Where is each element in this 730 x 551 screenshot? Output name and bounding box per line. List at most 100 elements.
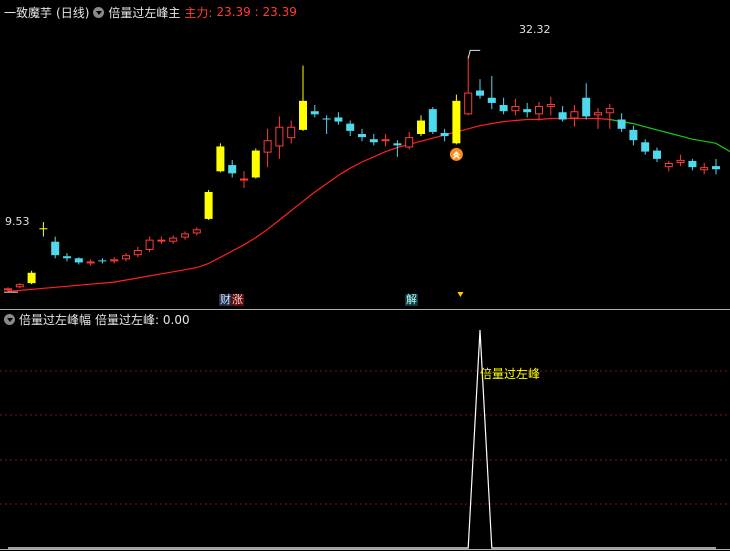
candle-11	[133, 246, 142, 258]
candle-35	[417, 115, 425, 137]
candle-9	[110, 257, 119, 264]
indicator-name[interactable]: 倍量过左峰主	[108, 4, 180, 21]
candle-body	[157, 239, 166, 242]
candle-58	[688, 158, 697, 171]
candle-body	[228, 165, 237, 174]
candle-body	[15, 284, 24, 288]
stock-title: 一致魔芋	[4, 5, 53, 20]
candle-4	[51, 236, 60, 259]
candle-body	[511, 106, 520, 112]
sub-indicator-name[interactable]: 倍量过左峰幅	[19, 311, 91, 328]
candle-19	[228, 159, 237, 178]
candle-57	[676, 154, 685, 167]
candle-body	[86, 261, 95, 264]
candle-5	[63, 253, 71, 262]
indicator-menu-icon[interactable]	[93, 6, 105, 18]
candle-8	[98, 258, 107, 264]
candle-body	[251, 150, 260, 178]
candle-body	[688, 160, 697, 168]
badge-jie[interactable]: 解	[405, 294, 418, 306]
main-force-label: 主力:	[184, 5, 213, 20]
candle-body	[535, 106, 543, 115]
candle-30	[358, 128, 366, 142]
candle-20	[240, 171, 248, 188]
candle-3	[39, 222, 48, 237]
candle-28	[334, 112, 343, 125]
candle-40	[476, 79, 484, 99]
candle-body	[310, 111, 319, 115]
high-marker-line	[467, 49, 481, 59]
candle-body	[700, 167, 709, 171]
candle-body	[369, 139, 378, 143]
candle-25	[299, 65, 307, 131]
candle-16	[192, 227, 201, 236]
candle-60	[712, 158, 720, 175]
sub-indicator-value: 倍量过左峰: 0.00	[95, 312, 190, 327]
candle-body	[712, 166, 720, 170]
candle-32	[381, 134, 390, 147]
candle-body	[523, 109, 532, 113]
candle-10	[122, 253, 130, 262]
candle-22	[263, 128, 272, 168]
candle-body	[133, 250, 142, 256]
candle-46	[546, 96, 555, 116]
candle-24	[287, 120, 296, 144]
candle-body	[145, 239, 154, 250]
candle-body	[27, 272, 36, 284]
grid-lines	[0, 309, 730, 550]
main-force-value: 23.39 : 23.39	[216, 5, 297, 19]
candle-44	[523, 102, 532, 118]
candle-body	[216, 146, 225, 172]
candle-body	[381, 139, 390, 142]
badge-zhang[interactable]: 涨	[231, 294, 244, 306]
candle-26	[310, 105, 319, 118]
candle-1	[15, 283, 24, 289]
candle-17	[204, 189, 213, 220]
candle-15	[181, 231, 189, 240]
candle-body	[263, 140, 272, 153]
candle-body	[594, 112, 602, 116]
candle-38	[452, 94, 461, 145]
candle-29	[346, 120, 355, 137]
sub-indicator-menu-icon[interactable]	[4, 313, 15, 325]
candle-36	[428, 107, 437, 134]
candle-41	[487, 76, 496, 110]
candle-body	[405, 137, 414, 148]
sub-value-line	[8, 329, 716, 549]
candle-53	[629, 125, 638, 146]
candle-body	[74, 258, 83, 263]
candle-body	[629, 129, 638, 141]
candle-45	[535, 101, 543, 121]
candle-52	[617, 113, 626, 132]
candle-body	[676, 159, 685, 163]
candle-47	[558, 106, 567, 122]
candle-body	[546, 103, 555, 108]
candle-body	[499, 105, 508, 112]
candle-body	[664, 163, 673, 168]
candle-23	[275, 116, 284, 159]
signal-triangle-icon	[457, 292, 464, 297]
peak-label: 倍量过左峰	[480, 367, 541, 381]
candle-body	[204, 192, 213, 219]
candle-body	[98, 260, 107, 262]
candle-body	[240, 178, 248, 181]
candle-body	[299, 100, 307, 130]
candle-21	[251, 148, 260, 179]
candle-body	[51, 241, 60, 256]
candle-body	[605, 108, 614, 114]
candle-body	[487, 97, 496, 103]
candle-body	[322, 118, 331, 120]
candle-body	[464, 92, 473, 115]
candle-body	[653, 150, 661, 159]
candle-series	[4, 49, 720, 297]
kline-chart[interactable]	[0, 0, 730, 551]
candle-37	[440, 128, 449, 142]
candle-body	[181, 233, 189, 238]
candle-48	[570, 105, 579, 127]
candle-body	[275, 126, 284, 147]
candle-body	[122, 255, 130, 260]
candle-31	[369, 134, 378, 146]
candle-18	[216, 143, 225, 173]
candle-body	[4, 288, 12, 291]
candle-56	[664, 160, 673, 172]
